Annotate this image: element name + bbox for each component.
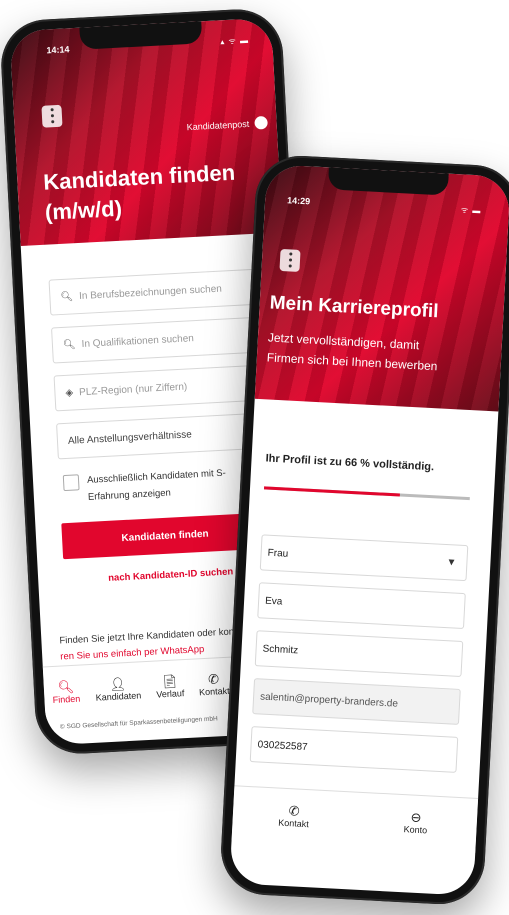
page-title-line2: (m/w/d) <box>44 195 123 225</box>
phone-value: 030252587 <box>257 738 308 753</box>
screen-karriereprofil: 14:29 ᯤ ▬ Mein Karriereprofil Jetzt verv… <box>229 164 509 896</box>
menu-button[interactable] <box>279 248 301 272</box>
document-icon: 📄︎ <box>161 673 179 690</box>
search-icon: 🔍︎ <box>60 290 74 303</box>
last-name-field[interactable]: Schmitz <box>254 630 464 677</box>
phone-icon: ✆ <box>288 803 301 819</box>
tab-kontakt[interactable]: ✆ Kontakt <box>253 787 336 845</box>
profile-progress-fill <box>263 486 400 497</box>
search-by-id-link[interactable]: nach Kandidaten-ID suchen <box>108 566 234 584</box>
bottom-tab-bar: ✆ Kontakt ⊖ Konto <box>231 785 479 853</box>
postal-region-input[interactable]: ◈ PLZ-Region (nur Ziffern) <box>53 364 262 412</box>
email-field[interactable]: salentin@property-branders.de <box>252 678 461 725</box>
tab-verlauf[interactable]: 📄︎ Verlauf <box>147 660 194 714</box>
chevron-down-icon: ▼ <box>446 556 457 569</box>
phone-karriereprofil: 14:29 ᯤ ▬ Mein Karriereprofil Jetzt verv… <box>218 153 509 907</box>
experience-checkbox-label[interactable]: Ausschließlich Kandidaten mit S-Erfahrun… <box>87 463 259 506</box>
experience-checkbox[interactable] <box>62 474 80 492</box>
footer-copyright: © SGD Gesellschaft für Sparkassenbeteili… <box>59 715 218 731</box>
first-name-field[interactable]: Eva <box>257 582 466 630</box>
employment-type-value: Alle Anstellungsverhältnisse <box>67 428 193 447</box>
first-name-value: Eva <box>264 595 283 608</box>
job-title-search-placeholder: In Berufsbezeichnungen suchen <box>78 283 223 302</box>
tab-label: Verlauf <box>156 688 185 700</box>
qualification-search-input[interactable]: 🔍︎ In Qualifikationen suchen <box>51 316 259 364</box>
profile-progress-text: Ihr Profil ist zu 66 % vollständig. <box>265 452 435 474</box>
phone-icon: ✆ <box>207 671 220 687</box>
location-icon: ◈ <box>65 387 74 399</box>
tab-label: Finden <box>52 693 81 705</box>
tab-label: Konto <box>403 824 428 836</box>
status-time: 14:29 <box>286 195 311 207</box>
tab-konto[interactable]: ⊖ Konto <box>374 794 457 852</box>
email-value: salentin@property-branders.de <box>259 690 399 710</box>
job-title-search-input[interactable]: 🔍︎ In Berufsbezeichnungen suchen <box>48 268 257 316</box>
tab-label: Kandidaten <box>95 690 142 703</box>
tab-finden[interactable]: 🔍︎ Finden <box>43 665 90 719</box>
status-icons: ▴ ᯤ ▬ <box>220 35 250 47</box>
account-icon: ⊖ <box>410 809 422 826</box>
phone-field[interactable]: 030252587 <box>249 726 459 773</box>
postal-region-placeholder: PLZ-Region (nur Ziffern) <box>78 381 188 398</box>
tab-label: Kontakt <box>278 817 310 830</box>
status-time: 14:14 <box>46 44 70 56</box>
search-icon: 🔍︎ <box>57 678 75 695</box>
salutation-select[interactable]: Frau ▼ <box>259 534 469 582</box>
status-icons: ᯤ ▬ <box>460 205 482 216</box>
qualification-search-placeholder: In Qualifikationen suchen <box>81 332 195 350</box>
salutation-value: Frau <box>267 547 289 560</box>
last-name-value: Schmitz <box>262 643 299 656</box>
profile-progress-track <box>263 486 470 501</box>
search-icon: 🔍︎ <box>62 338 76 351</box>
menu-button[interactable] <box>41 104 63 128</box>
person-icon: 👤︎ <box>109 676 127 692</box>
tab-kandidaten[interactable]: 👤︎ Kandidaten <box>87 662 150 717</box>
tab-label: Kontakt <box>198 685 230 698</box>
employment-type-select[interactable]: Alle Anstellungsverhältnisse <box>56 412 264 460</box>
